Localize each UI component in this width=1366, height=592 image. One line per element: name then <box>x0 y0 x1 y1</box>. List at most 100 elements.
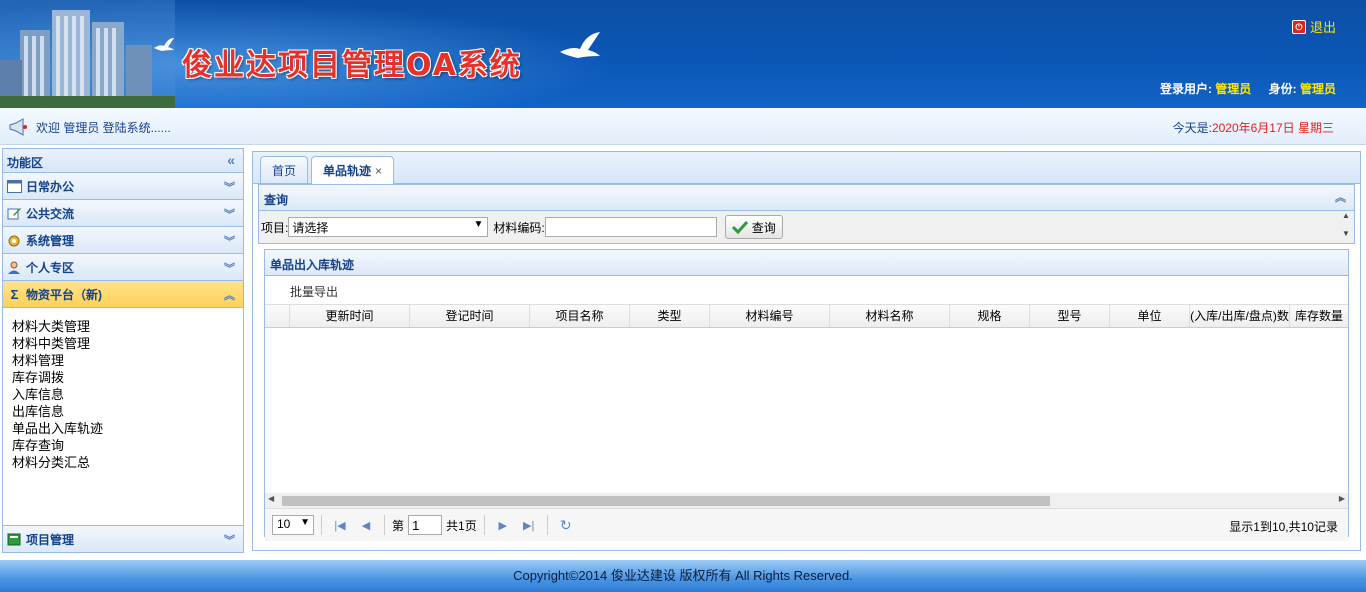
chevron-down-icon: ︾ <box>224 236 235 248</box>
sidebar-section-daily-office[interactable]: 日常办公 ︾ <box>3 173 243 200</box>
sidebar-section-materials-platform[interactable]: Σ 物资平台（新) ︽ <box>3 281 243 308</box>
menu-item-material-management[interactable]: 材料管理 <box>12 352 234 369</box>
separator <box>546 515 548 535</box>
gear-icon <box>8 235 20 246</box>
query-panel: 查询 ︽ 项目: 请选择 ▼ 材料编码: 查询 ▲ ▼ <box>258 184 1355 244</box>
grid-toolbar: 批量导出 <box>265 276 1348 304</box>
user-value: 管理员 <box>1215 82 1252 96</box>
grid-body <box>265 328 1348 493</box>
tab-label: 单品轨迹 <box>323 164 372 178</box>
dove-icon <box>154 38 174 51</box>
city-skyline-icon <box>0 0 175 108</box>
batch-export-button[interactable]: 批量导出 <box>290 285 338 299</box>
menu-item-item-track[interactable]: 单品出入库轨迹 <box>12 420 234 437</box>
menu-item-material-category[interactable]: 材料大类管理 <box>12 318 234 335</box>
collapse-left-icon[interactable]: « <box>227 152 235 168</box>
menu-item-inbound-info[interactable]: 入库信息 <box>12 386 234 403</box>
query-form: 项目: 请选择 ▼ 材料编码: 查询 ▲ ▼ <box>259 211 1354 243</box>
sidebar-section-project-management[interactable]: 项目管理 ︾ <box>3 525 243 552</box>
first-page-icon[interactable]: |◀ <box>329 519 351 532</box>
column-header[interactable]: (入库/出库/盘点)数 <box>1190 305 1290 327</box>
last-page-icon[interactable]: ▶| <box>518 519 540 532</box>
column-header[interactable]: 材料编号 <box>710 305 830 327</box>
page-size-select[interactable]: 10 ▼ <box>272 515 314 535</box>
scroll-thumb[interactable] <box>282 496 1050 506</box>
separator <box>483 515 485 535</box>
welcome-bar: 欢迎 管理员 登陆系统...... 今天是:2020年6月17日 星期三 <box>0 108 1366 145</box>
scroll-left-icon[interactable]: ◀ <box>268 494 274 503</box>
column-header[interactable]: 材料名称 <box>830 305 950 327</box>
section-label: 个人专区 <box>26 260 75 275</box>
project-select-value: 请选择 <box>292 221 329 235</box>
logout-button[interactable]: ⏻ 退出 <box>1291 17 1336 36</box>
menu-item-stock-transfer[interactable]: 库存调拨 <box>12 369 234 386</box>
user-label: 登录用户: <box>1159 82 1212 96</box>
chevron-down-icon: ︾ <box>224 209 235 221</box>
column-header[interactable]: 单位 <box>1110 305 1190 327</box>
menu-item-category-summary[interactable]: 材料分类汇总 <box>12 454 234 471</box>
sidebar-header: 功能区 « <box>3 149 243 173</box>
materials-menu: 材料大类管理 材料中类管理 材料管理 库存调拨 入库信息 出库信息 单品出入库轨… <box>3 308 243 524</box>
grid-title: 单品出入库轨迹 <box>270 258 355 272</box>
app-header: 俊业达项目管理OA系统 ⏻ 退出 登录用户: 管理员 身份: 管理员 <box>0 0 1366 108</box>
chevron-up-icon[interactable]: ︽ <box>1335 189 1346 205</box>
sidebar-section-system-management[interactable]: 系统管理 ︾ <box>3 227 243 254</box>
sidebar-section-personal-area[interactable]: 个人专区 ︾ <box>3 254 243 281</box>
column-header[interactable]: 项目名称 <box>530 305 630 327</box>
user-icon <box>8 261 20 274</box>
role-value: 管理员 <box>1299 82 1336 96</box>
menu-item-outbound-info[interactable]: 出库信息 <box>12 403 234 420</box>
edit-icon <box>7 207 21 219</box>
pager-info: 显示1到10,共10记录 <box>1229 520 1338 534</box>
column-header[interactable]: 库存数量 <box>1290 305 1348 327</box>
row-number-header <box>265 305 290 327</box>
column-header[interactable]: 类型 <box>630 305 710 327</box>
column-header[interactable]: 规格 <box>950 305 1030 327</box>
today-date: 2020年6月17日 星期三 <box>1211 121 1334 135</box>
code-label: 材料编码: <box>493 220 545 235</box>
dropdown-arrow-icon: ▼ <box>300 517 310 528</box>
welcome-message: 欢迎 管理员 登陆系统...... <box>36 120 171 135</box>
query-button[interactable]: 查询 <box>724 215 783 239</box>
chevron-up-icon: ︽ <box>224 290 235 302</box>
project-select[interactable]: 请选择 ▼ <box>288 217 489 237</box>
calendar-icon <box>7 179 22 193</box>
prev-page-icon[interactable]: ◀ <box>355 519 377 532</box>
tab-label: 首页 <box>272 164 297 178</box>
sidebar-title: 功能区 <box>7 156 44 170</box>
material-code-input[interactable] <box>544 217 717 237</box>
tab-item-track[interactable]: 单品轨迹 × <box>311 156 395 184</box>
grid-panel: 单品出入库轨迹 批量导出 更新时间 登记时间 项目名称 类型 材料编号 材料名称… <box>264 249 1349 541</box>
page-label: 第 <box>392 518 405 533</box>
column-header[interactable]: 型号 <box>1030 305 1110 327</box>
section-label: 系统管理 <box>26 233 75 248</box>
close-icon[interactable]: × <box>375 164 382 178</box>
today-label: 今天是: <box>1172 121 1212 135</box>
megaphone-icon <box>9 118 27 136</box>
column-header[interactable]: 更新时间 <box>290 305 410 327</box>
refresh-icon[interactable]: ↻ <box>555 517 577 534</box>
check-icon <box>731 220 748 234</box>
chevron-down-icon: ︾ <box>224 263 235 275</box>
menu-item-stock-query[interactable]: 库存查询 <box>12 437 234 454</box>
column-header[interactable]: 登记时间 <box>410 305 530 327</box>
section-label: 项目管理 <box>26 532 75 547</box>
project-label: 项目: <box>261 220 289 235</box>
next-page-icon[interactable]: ▶ <box>492 519 514 532</box>
sidebar: 功能区 « 日常办公 ︾ 公共交流 ︾ 系统管理 ︾ 个人专区 ︾ Σ 物资平台… <box>2 148 244 553</box>
footer: Copyright©2014 俊业达建设 版权所有 All Rights Res… <box>0 560 1366 592</box>
user-info: 登录用户: 管理员 身份: 管理员 <box>1160 80 1336 97</box>
query-panel-title: 查询 ︽ <box>259 185 1354 211</box>
menu-item-material-subcategory[interactable]: 材料中类管理 <box>12 335 234 352</box>
sidebar-section-public-communication[interactable]: 公共交流 ︾ <box>3 200 243 227</box>
chevron-down-icon: ︾ <box>224 182 235 194</box>
vertical-scrollbar[interactable]: ▲ ▼ <box>1338 211 1354 243</box>
horizontal-scrollbar[interactable]: ◀ ▶ <box>265 493 1348 508</box>
logout-label: 退出 <box>1309 20 1336 35</box>
power-icon: ⏻ <box>1291 19 1306 34</box>
tab-home[interactable]: 首页 <box>260 156 309 183</box>
page-number-input[interactable] <box>408 515 443 535</box>
dove-icon <box>560 32 600 58</box>
scroll-right-icon[interactable]: ▶ <box>1339 494 1345 503</box>
grid-panel-title: 单品出入库轨迹 <box>265 250 1348 276</box>
